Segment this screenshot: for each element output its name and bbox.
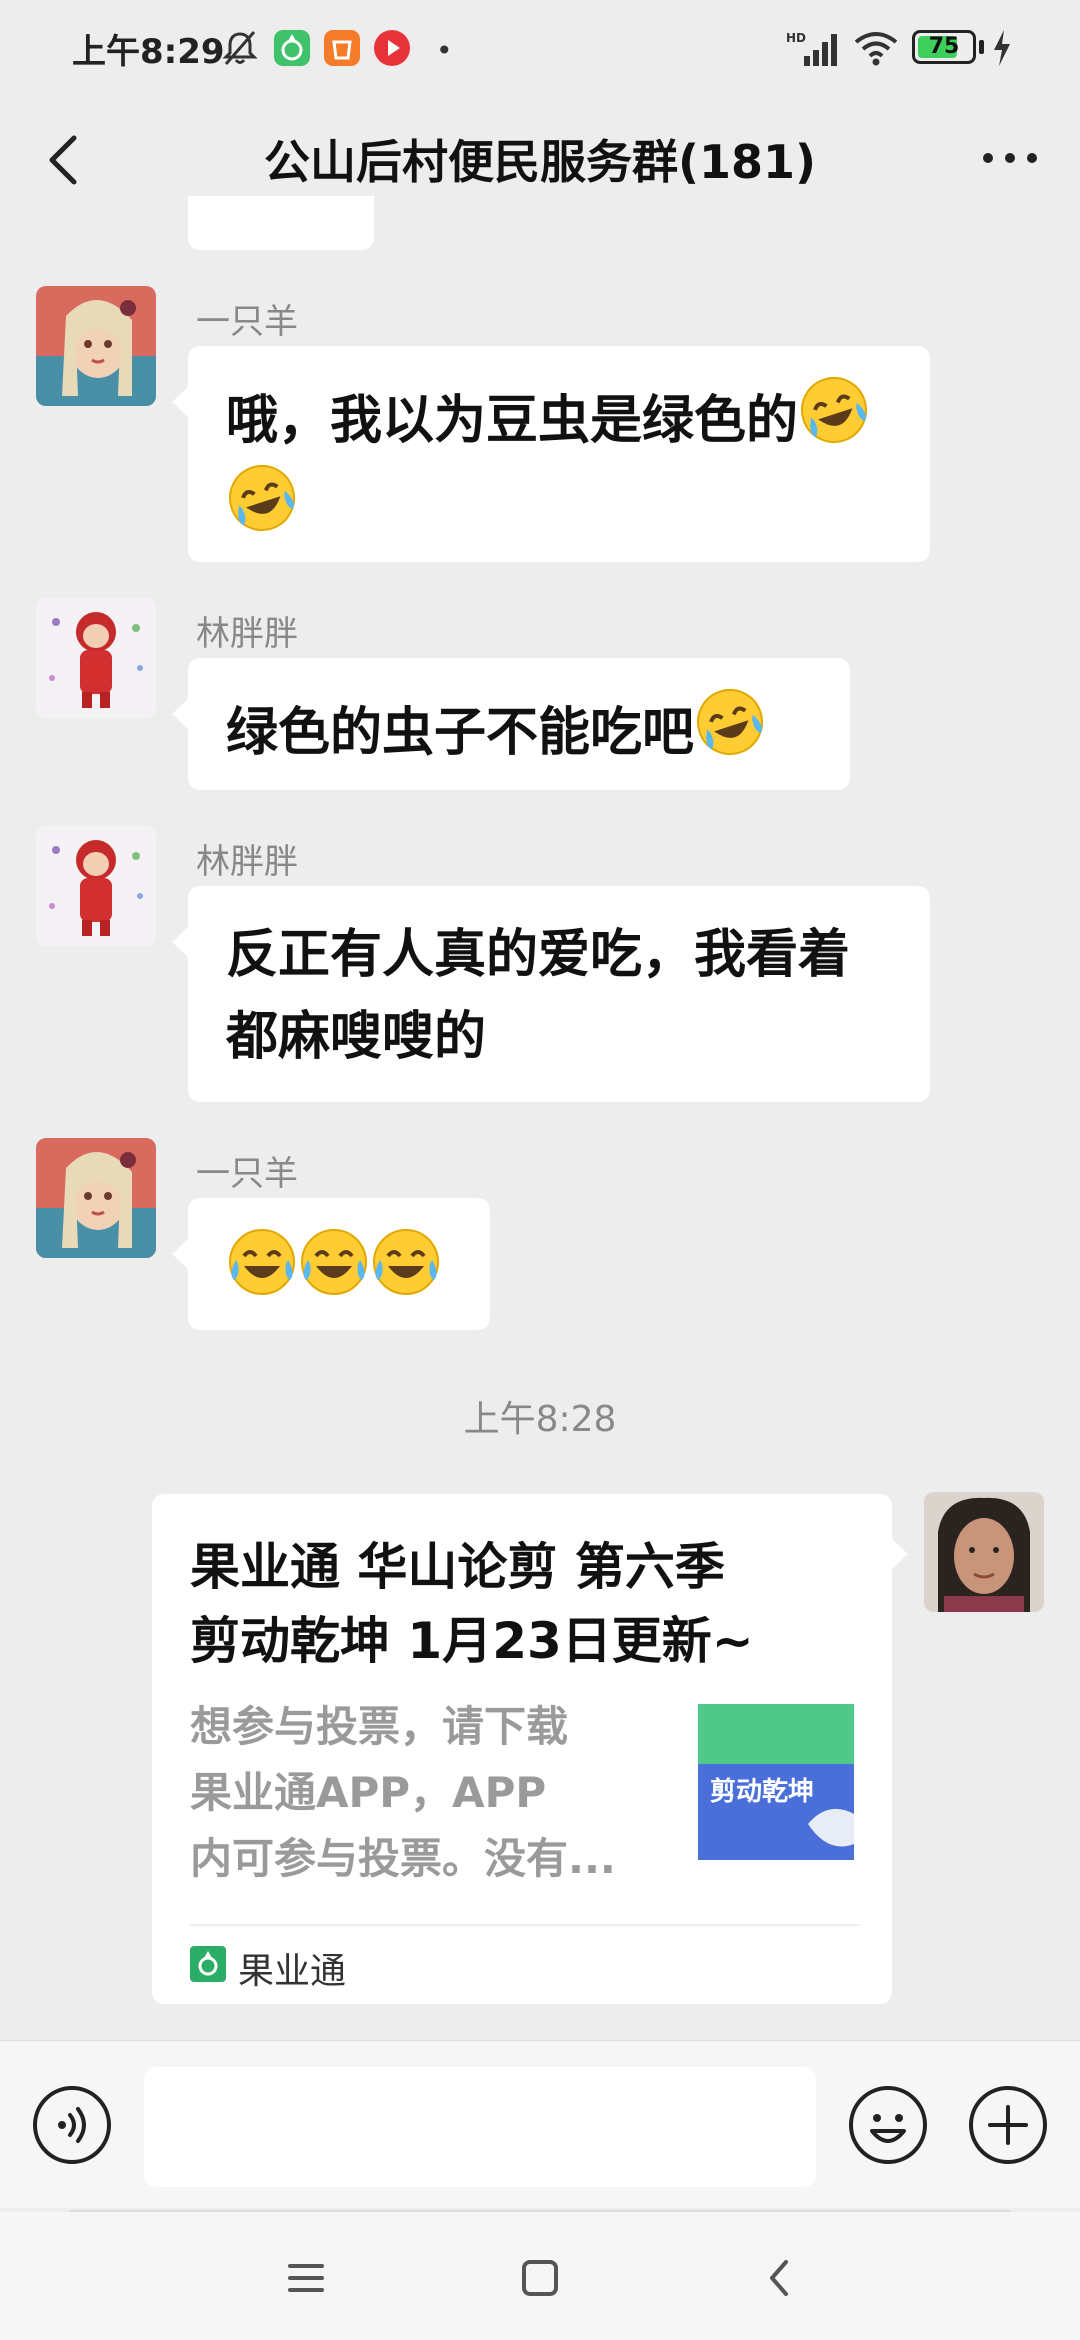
card-desc-line1: 想参与投票，请下载 <box>190 1702 569 1751</box>
avatar-image-self <box>924 1492 1044 1612</box>
emoji-icon[interactable] <box>848 2085 928 2165</box>
message-text-line2: 都麻嗖嗖的 <box>226 1007 487 1067</box>
avatar[interactable] <box>36 598 156 718</box>
message-bubble[interactable]: 哦，我以为豆虫是绿色的 <box>172 346 930 562</box>
sender-name: 一只羊 <box>196 1154 298 1194</box>
home-icon[interactable] <box>512 2250 568 2306</box>
card-desc-line2: 果业通APP，APP <box>190 1768 547 1817</box>
message-bubble[interactable] <box>172 1198 490 1330</box>
app-green-icon <box>190 1946 226 1982</box>
battery-icon: 75 <box>912 30 976 64</box>
previous-message-bubble[interactable] <box>188 196 374 250</box>
avatar-image-yizhiyang <box>36 286 156 406</box>
card-source: 果业通 <box>238 1951 347 1992</box>
battery-level: 75 <box>928 34 960 59</box>
avatar[interactable] <box>36 826 156 946</box>
laugh-cry-emoji-icon <box>229 465 295 531</box>
avatar[interactable] <box>36 1138 156 1258</box>
chevron-left-icon[interactable] <box>34 120 98 200</box>
add-icon[interactable] <box>968 2085 1048 2165</box>
joy-emoji-icon <box>373 1229 439 1295</box>
avatar-image-linpangpang <box>36 598 156 718</box>
card-title-line2: 剪动乾坤 1月23日更新~ <box>190 1612 754 1670</box>
joy-emoji-icon <box>301 1229 367 1295</box>
sender-name: 林胖胖 <box>196 842 298 882</box>
avatar-image-linpangpang <box>36 826 156 946</box>
card-thumbnail-image: 剪动乾坤 <box>698 1704 854 1860</box>
app-orange-icon <box>324 30 360 66</box>
status-bar: 上午8:29 • HD 75 <box>0 0 1080 96</box>
message-timestamp: 上午8:28 <box>463 1399 617 1440</box>
avatar[interactable] <box>36 286 156 406</box>
wifi-icon <box>854 32 898 66</box>
message-text: 绿色的虫子不能吃吧 <box>226 703 695 763</box>
svg-text:HD: HD <box>786 31 806 45</box>
chat-header: 公山后村便民服务群(181) <box>0 96 1080 226</box>
link-card[interactable]: 果业通 华山论剪 第六季 剪动乾坤 1月23日更新~ 想参与投票，请下载 果业通… <box>152 1494 908 2004</box>
message-bubble[interactable]: 绿色的虫子不能吃吧 <box>172 658 850 790</box>
card-divider <box>190 1924 860 1926</box>
status-time: 上午8:29 <box>72 32 225 72</box>
message-text-line1: 反正有人真的爱吃，我看着 <box>226 925 851 985</box>
app-green-icon <box>274 30 310 66</box>
chat-screen: 上午8:29 • HD 75 公山后村便民服务群(181) 一只羊 哦，我以为豆… <box>0 0 1080 2340</box>
message-text: 哦，我以为豆虫是绿色的 <box>226 391 799 451</box>
more-dots-icon[interactable] <box>974 126 1046 190</box>
card-description: 想参与投票，请下载 果业通APP，APP 内可参与投票。没有... <box>190 1694 660 1892</box>
joy-emoji-icon <box>229 1229 295 1295</box>
message-bubble[interactable]: 反正有人真的爱吃，我看着 都麻嗖嗖的 <box>172 886 930 1102</box>
sender-name: 林胖胖 <box>196 614 298 654</box>
app-red-play-icon <box>374 30 410 66</box>
avatar-self[interactable] <box>924 1492 1044 1612</box>
card-thumb-text: 剪动乾坤 <box>710 1776 814 1807</box>
back-nav-icon[interactable] <box>752 2250 808 2306</box>
card-title: 果业通 华山论剪 第六季 剪动乾坤 1月23日更新~ <box>190 1530 850 1678</box>
input-bar <box>0 2040 1080 2208</box>
charging-icon <box>994 30 1010 66</box>
avatar-image-yizhiyang <box>36 1138 156 1258</box>
mute-bell-icon <box>222 31 258 65</box>
voice-icon[interactable] <box>32 2085 112 2165</box>
system-navigation-bar <box>0 2212 1080 2340</box>
card-thumbnail: 剪动乾坤 <box>698 1704 854 1860</box>
sender-name: 一只羊 <box>196 302 298 342</box>
menu-icon[interactable] <box>278 2250 334 2306</box>
chat-title: 公山后村便民服务群(181) <box>263 135 817 189</box>
card-desc-line3: 内可参与投票。没有... <box>190 1834 616 1883</box>
laugh-cry-emoji-icon <box>697 689 764 755</box>
laugh-cry-emoji-icon <box>801 377 868 443</box>
signal-icon: HD <box>786 31 837 66</box>
battery-cap <box>979 40 984 54</box>
status-dot: • <box>436 34 453 67</box>
card-title-line1: 果业通 华山论剪 第六季 <box>190 1538 725 1596</box>
message-input[interactable] <box>144 2067 816 2187</box>
